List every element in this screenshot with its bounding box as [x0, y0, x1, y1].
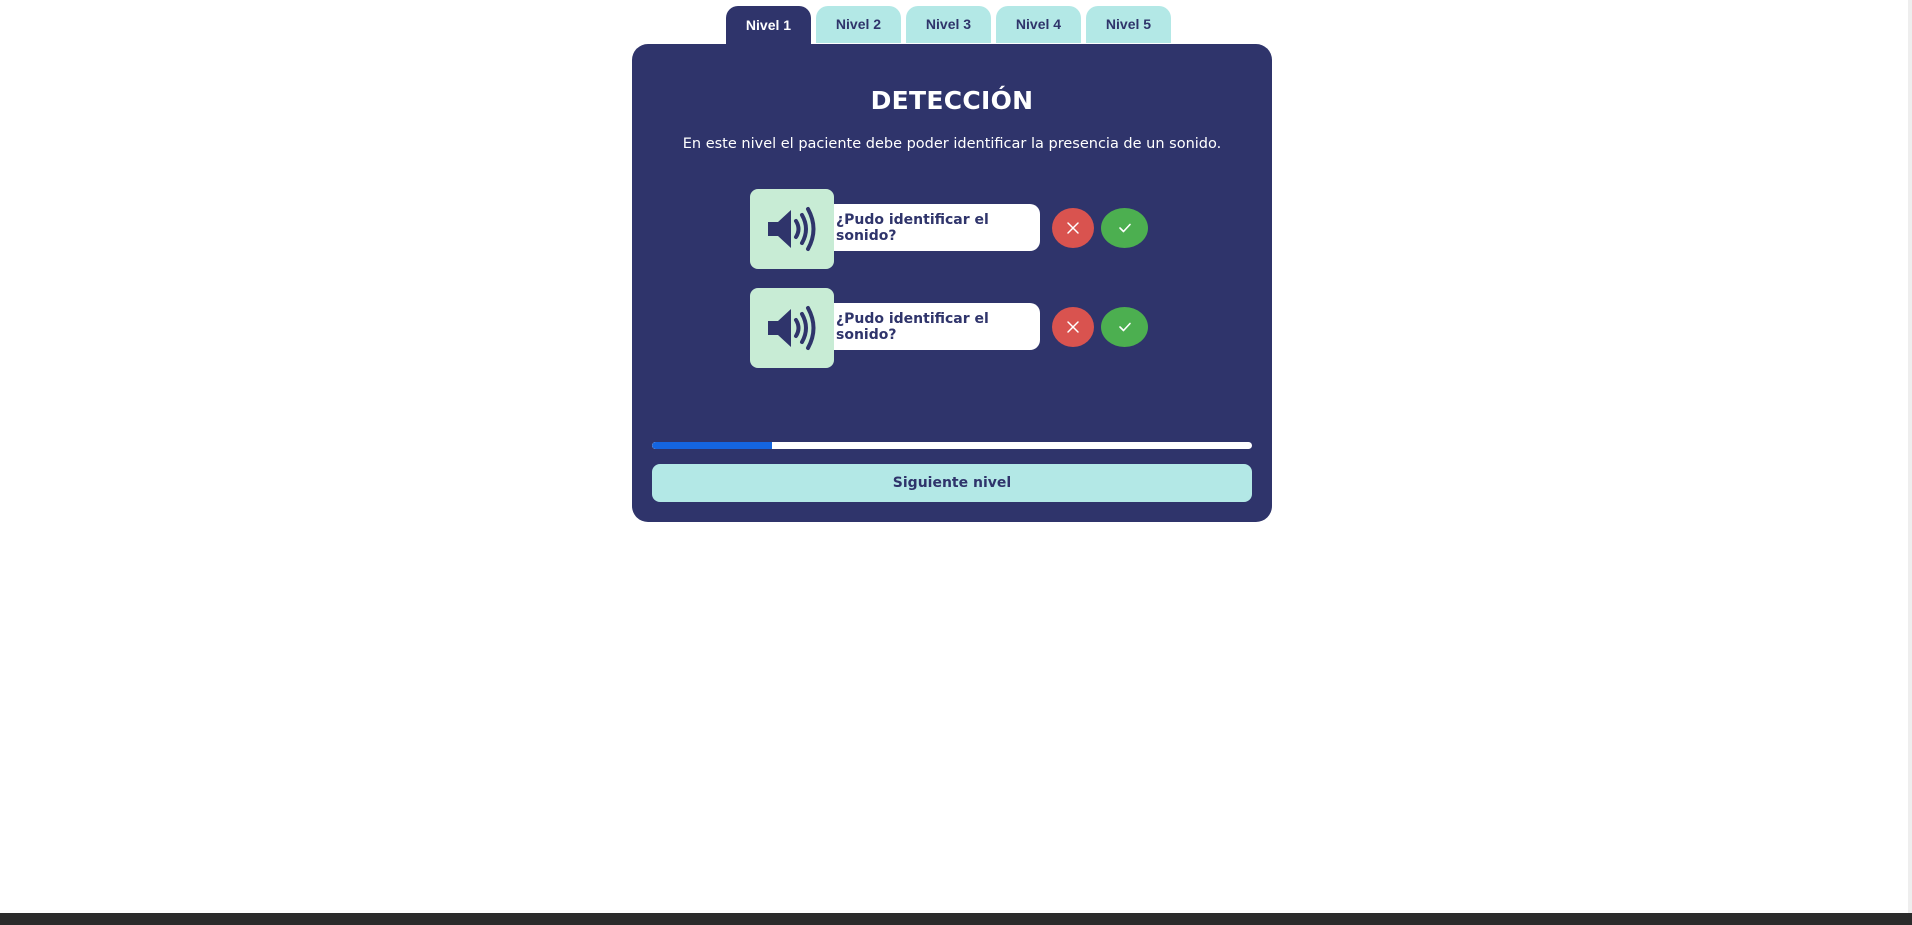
level-panel: DETECCIÓN En este nivel el paciente debe… [632, 44, 1272, 522]
level-tabs: Nivel 1 Nivel 2 Nivel 3 Nivel 4 Nivel 5 [726, 6, 1171, 45]
close-icon [1067, 321, 1079, 333]
no-button[interactable] [1052, 208, 1094, 248]
check-icon [1118, 223, 1131, 233]
no-button[interactable] [1052, 307, 1094, 347]
speaker-icon[interactable] [750, 288, 834, 368]
speaker-icon[interactable] [750, 189, 834, 269]
tab-nivel-4[interactable]: Nivel 4 [996, 6, 1081, 43]
question-label: ¿Pudo identificar el sonido? [830, 204, 1040, 251]
question-label: ¿Pudo identificar el sonido? [830, 303, 1040, 350]
tab-nivel-1[interactable]: Nivel 1 [726, 6, 811, 45]
progress-fill [652, 442, 772, 449]
taskbar [0, 913, 1912, 925]
tab-nivel-2[interactable]: Nivel 2 [816, 6, 901, 43]
check-icon [1118, 322, 1131, 332]
tab-nivel-5[interactable]: Nivel 5 [1086, 6, 1171, 43]
progress-bar [652, 442, 1252, 449]
yes-button[interactable] [1101, 208, 1148, 248]
tab-nivel-3[interactable]: Nivel 3 [906, 6, 991, 43]
level-description: En este nivel el paciente debe poder ide… [682, 136, 1222, 152]
sound-item: ¿Pudo identificar el sonido? [750, 189, 1170, 269]
sound-item: ¿Pudo identificar el sonido? [750, 288, 1170, 368]
yes-button[interactable] [1101, 307, 1148, 347]
page-title: DETECCIÓN [870, 86, 1034, 115]
next-level-button[interactable]: Siguiente nivel [652, 464, 1252, 502]
page-scrollbar[interactable] [1908, 0, 1912, 913]
close-icon [1067, 222, 1079, 234]
